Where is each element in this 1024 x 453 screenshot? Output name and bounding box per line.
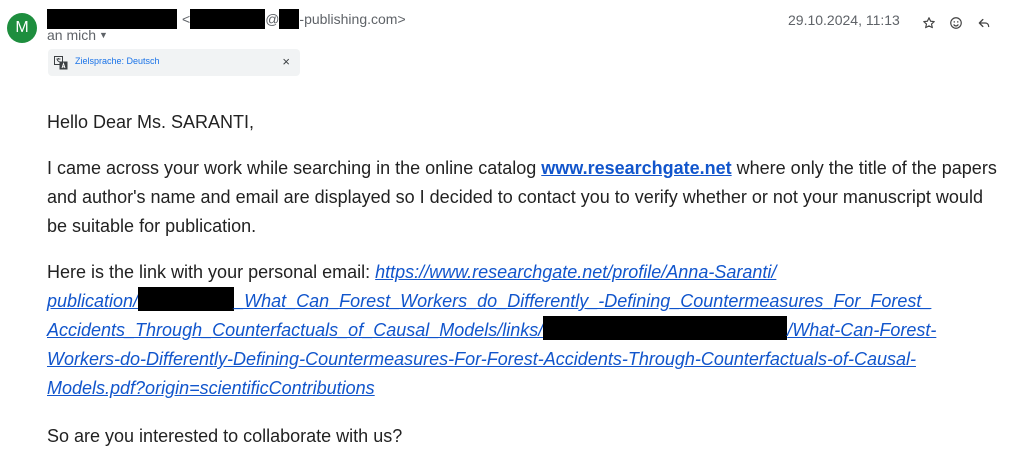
redacted-link-id [543,316,788,340]
publication-link-part-1[interactable]: https://www.researchgate.net/profile/Ann… [375,262,776,282]
paragraph-2: Here is the link with your personal emai… [47,258,997,403]
sender-email-open: < [182,11,191,27]
paragraph-2-text: Here is the link with your personal emai… [47,262,376,282]
paragraph-2-line-1: Here is the link with your personal emai… [47,258,997,287]
researchgate-link[interactable]: www.researchgate.net [541,158,731,178]
sender-email-at: @ [265,11,280,27]
emoji-button[interactable] [947,14,965,32]
recipient-dropdown[interactable]: an mich ▼ [47,26,108,44]
close-icon[interactable]: × [282,54,290,69]
paragraph-2-line-2: publication/ _What_Can_Forest_Workers_do_… [47,287,997,316]
redacted-email-domain [279,9,300,29]
translate-icon [54,56,68,70]
message-date: 29.10.2024, 11:13 [788,12,900,28]
translate-target-language[interactable]: Zielsprache: Deutsch [75,56,160,66]
publication-link-part-7[interactable]: Models.pdf?origin=scientificContribution… [47,378,375,398]
publication-link-part-2[interactable]: publication/ [47,291,138,311]
paragraph-1: I came across your work while searching … [47,154,997,241]
recipient-label: an mich [47,27,97,43]
redacted-email-user [190,9,266,29]
paragraph-3: So are you interested to collaborate wit… [47,426,403,446]
reply-button[interactable] [975,14,993,32]
publication-link-part-5[interactable]: /What-Can-Forest- [787,320,936,340]
paragraph-1-text: I came across your work while searching … [47,158,542,178]
chevron-down-icon: ▼ [99,30,108,40]
paragraph-2-line-5: Models.pdf?origin=scientificContribution… [47,374,997,403]
star-icon [923,17,935,29]
sender-email-domain: -publishing.com> [299,11,406,27]
emoji-icon [950,17,962,29]
star-button[interactable] [920,14,938,32]
avatar[interactable]: M [7,13,37,43]
publication-link-part-6[interactable]: Workers-do-Differently-Defining-Counterm… [47,349,916,369]
redacted-publication-id [138,287,235,311]
reply-icon [978,18,990,28]
translate-bar: Zielsprache: Deutsch × [48,49,300,76]
publication-link-part-4[interactable]: Accidents_Through_Counterfactuals_of_Cau… [47,320,543,340]
paragraph-2-line-4: Workers-do-Differently-Defining-Counterm… [47,345,997,374]
greeting: Hello Dear Ms. SARANTI, [47,112,255,132]
paragraph-2-line-3: Accidents_Through_Counterfactuals_of_Cau… [47,316,997,345]
publication-link-part-3[interactable]: _What_Can_Forest_Workers_do_Differently_… [234,291,931,311]
